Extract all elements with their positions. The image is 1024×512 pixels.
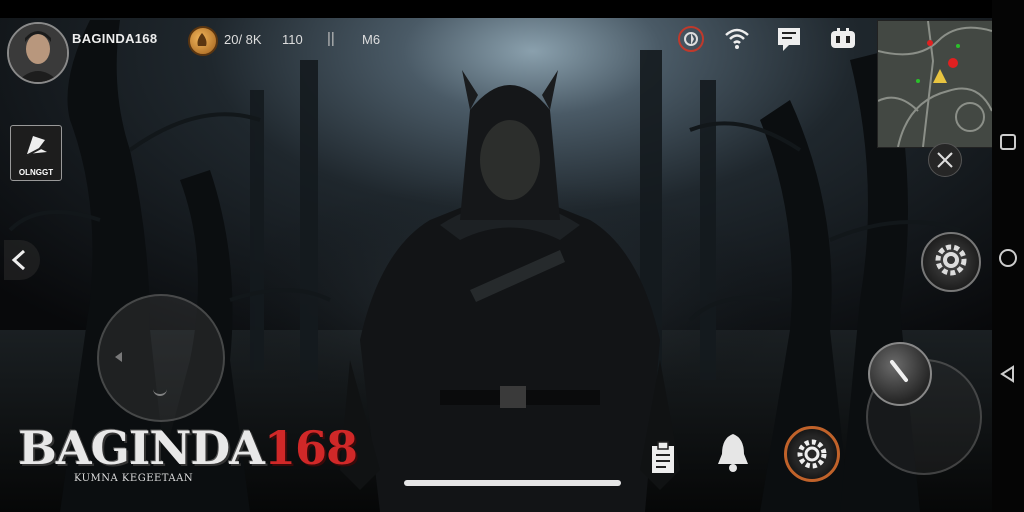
coins-stat: 20/ 8K	[224, 32, 262, 47]
recent-apps-icon[interactable]	[992, 126, 1024, 158]
chat-icon[interactable]	[775, 24, 805, 54]
joystick-left-arrow-icon	[115, 352, 122, 362]
settings-button[interactable]	[784, 426, 840, 482]
compass-icon[interactable]	[676, 24, 706, 54]
coin-icon	[188, 26, 218, 56]
crossed-swords-icon[interactable]	[928, 143, 962, 177]
clipboard-icon[interactable]	[647, 440, 679, 476]
wifi-icon[interactable]	[722, 24, 752, 54]
joystick-down-arrow-icon	[153, 388, 167, 396]
stat-separator: ||	[327, 30, 335, 47]
settings-wheel-button[interactable]	[921, 232, 981, 292]
minimap[interactable]	[877, 20, 993, 148]
attack-button[interactable]	[868, 342, 932, 406]
home-indicator[interactable]	[404, 480, 621, 486]
screen-top-bezel	[0, 0, 1024, 18]
chevron-left-icon	[11, 249, 26, 271]
movement-joystick[interactable]	[97, 294, 225, 422]
avatar-portrait-icon	[9, 24, 67, 82]
flag-icon	[25, 136, 47, 157]
side-menu-button[interactable]: OLNGGT	[10, 125, 62, 181]
extra-stat: M6	[362, 32, 381, 47]
brand-logo: BAGINDA168 KUMNA KEGEETAAN	[18, 422, 358, 492]
logo-tagline: KUMNA KEGEETAAN	[74, 473, 194, 484]
attack-icon	[890, 360, 908, 382]
system-nav-bar	[992, 0, 1024, 512]
logo-title: BAGINDA168	[18, 421, 358, 475]
logo-word: BAGINDA	[18, 421, 265, 475]
player-name: BAGINDA168	[72, 31, 158, 46]
level-stat: 110	[282, 32, 303, 47]
gamepad-icon[interactable]	[828, 24, 858, 54]
gear-icon	[935, 244, 967, 276]
logo-number: 168	[264, 421, 358, 475]
player-avatar[interactable]	[7, 22, 69, 84]
cog-icon	[797, 439, 827, 469]
bell-icon[interactable]	[714, 430, 752, 474]
back-nav-icon[interactable]	[992, 358, 1024, 390]
home-icon[interactable]	[992, 242, 1024, 274]
side-menu-label: OLNGGT	[18, 168, 54, 177]
minimap-terrain	[878, 21, 992, 147]
